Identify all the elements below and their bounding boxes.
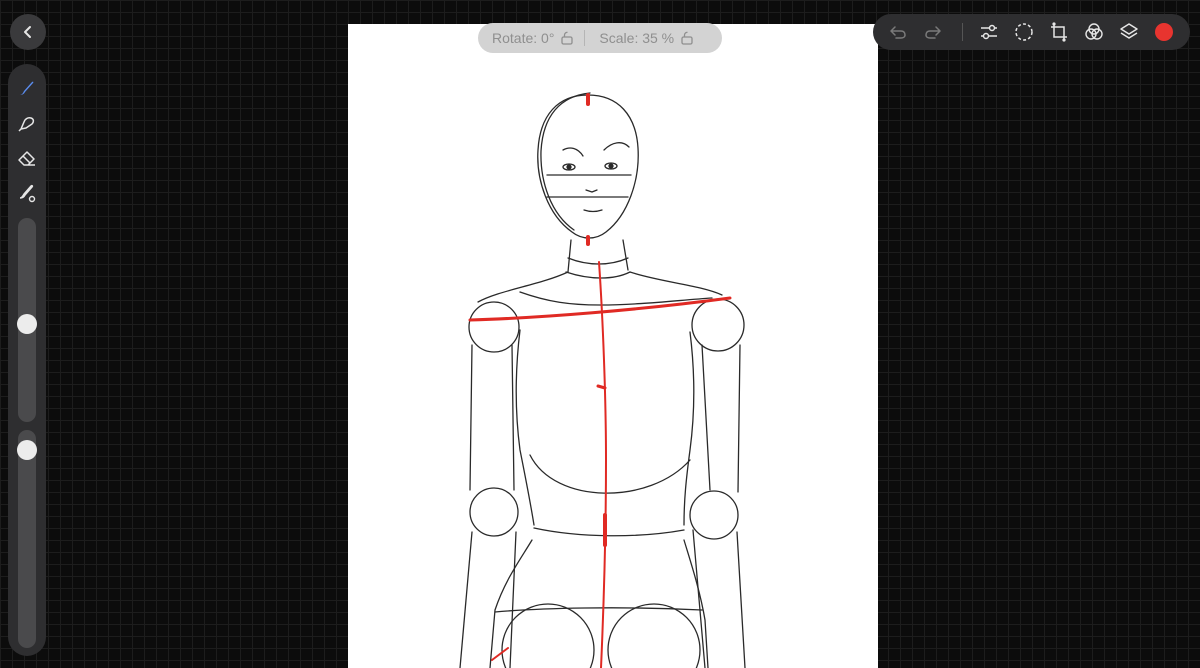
brush-size-thumb[interactable] <box>17 314 37 334</box>
brush-tool[interactable] <box>15 76 39 100</box>
undo-icon <box>890 26 906 39</box>
unlock-icon[interactable] <box>680 31 694 45</box>
smudge-tool[interactable] <box>15 111 39 135</box>
blend-icon <box>1085 23 1103 40</box>
color-fill-tool[interactable] <box>15 181 39 205</box>
current-color-swatch[interactable] <box>1155 23 1173 41</box>
brush-size-slider[interactable] <box>17 218 37 422</box>
layers-button[interactable] <box>1117 20 1141 44</box>
transform-info-bar: Rotate: 0° Scale: 35 % <box>478 23 722 53</box>
brush-icon <box>20 81 34 95</box>
rotate-label: Rotate: 0° <box>492 30 555 46</box>
blend-button[interactable] <box>1082 20 1106 44</box>
color-fill-icon <box>19 184 36 203</box>
redo-icon <box>925 26 941 39</box>
opacity-thumb[interactable] <box>17 440 37 460</box>
transform-button[interactable] <box>1047 20 1071 44</box>
eraser-icon <box>18 151 35 166</box>
chevron-left-icon <box>24 26 31 38</box>
top-toolbar <box>873 14 1190 50</box>
redo-button[interactable] <box>921 20 945 44</box>
selection-button[interactable] <box>1012 20 1036 44</box>
unlock-icon[interactable] <box>560 31 574 45</box>
back-button[interactable] <box>10 14 46 50</box>
scale-label: Scale: 35 % <box>599 30 675 46</box>
opacity-slider[interactable] <box>17 430 37 648</box>
selection-icon <box>1015 23 1033 41</box>
drawing-canvas[interactable] <box>348 24 878 668</box>
undo-button[interactable] <box>886 20 910 44</box>
toolbar-divider <box>962 23 963 41</box>
left-toolbar <box>8 64 46 656</box>
transform-icon <box>1051 22 1067 42</box>
smudge-icon <box>18 117 35 132</box>
layers-icon <box>1120 23 1138 39</box>
eraser-tool[interactable] <box>15 146 39 170</box>
adjustments-icon <box>981 24 997 40</box>
figure-sketch <box>459 92 746 668</box>
adjustments-button[interactable] <box>977 20 1001 44</box>
